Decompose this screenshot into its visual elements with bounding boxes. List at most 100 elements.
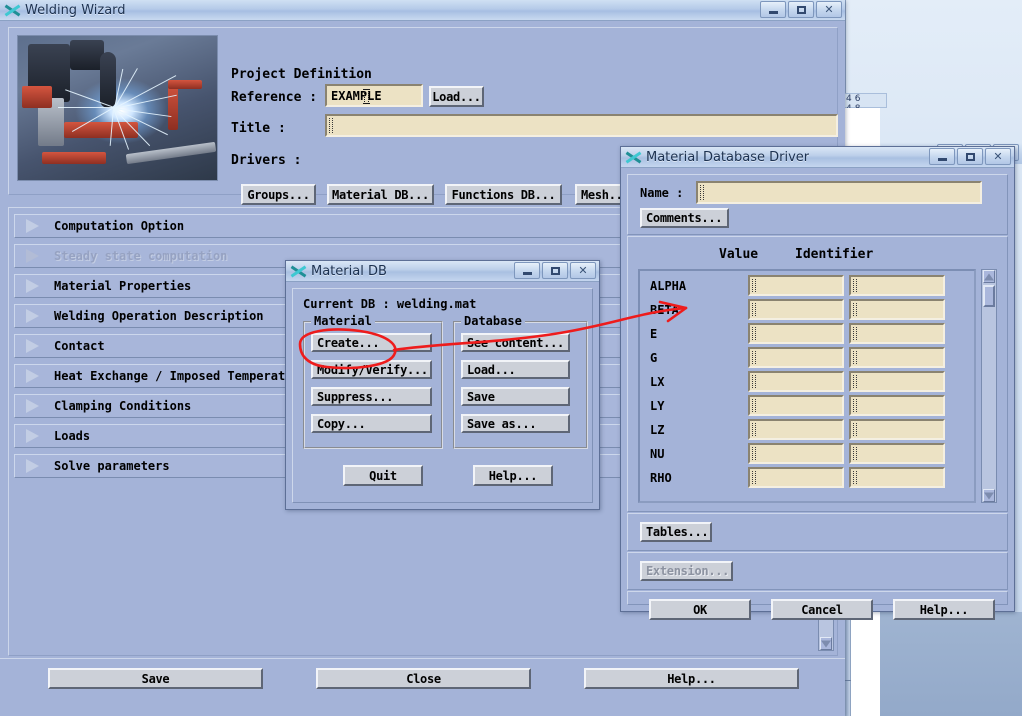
row-identifier-input[interactable] (849, 419, 945, 440)
table-row[interactable]: LZ (640, 418, 974, 442)
title-input[interactable] (325, 114, 838, 137)
properties-scrollbar-track[interactable] (982, 284, 996, 488)
value-caret (752, 399, 756, 412)
material-db-maximize-button[interactable] (542, 262, 568, 279)
comments-button[interactable]: Comments... (640, 208, 729, 228)
row-identifier-input[interactable] (849, 323, 945, 344)
row-value-input[interactable] (748, 419, 844, 440)
expand-arrow-icon[interactable] (24, 219, 44, 233)
functions-db-button[interactable]: Functions DB... (445, 184, 562, 205)
material-db-titlebar[interactable]: Material DB ✕ (286, 261, 599, 282)
expand-arrow-icon[interactable] (24, 369, 44, 383)
welding-photo (17, 35, 218, 181)
suppress-button[interactable]: Suppress... (311, 387, 432, 406)
value-caret (752, 351, 756, 364)
row-name: NU (650, 447, 665, 461)
material-database-driver-dialog[interactable]: Material Database Driver ✕ Name : Commen… (620, 146, 1015, 620)
background-lower-panel (880, 612, 1022, 716)
material-driver-titlebar[interactable]: Material Database Driver ✕ (621, 147, 1014, 168)
properties-scroll-up-arrow[interactable] (983, 270, 995, 283)
expand-arrow-icon[interactable] (24, 399, 44, 413)
drivers-label: Drivers : (231, 153, 302, 168)
table-row[interactable]: BETA (640, 298, 974, 322)
cancel-button[interactable]: Cancel (771, 599, 873, 620)
row-name: G (650, 351, 658, 365)
quit-button[interactable]: Quit (343, 465, 423, 486)
ok-button[interactable]: OK (649, 599, 751, 620)
identifier-caret (853, 375, 857, 388)
table-row[interactable]: LY (640, 394, 974, 418)
expand-arrow-icon[interactable] (24, 429, 44, 443)
create-button[interactable]: Create... (311, 333, 432, 352)
table-row[interactable]: LX (640, 370, 974, 394)
expand-arrow-icon[interactable] (24, 279, 44, 293)
wizard-minimize-button[interactable] (760, 1, 786, 18)
properties-scrollbar[interactable] (981, 269, 997, 503)
row-name: LZ (650, 423, 665, 437)
name-input[interactable] (696, 181, 982, 204)
material-db-dialog[interactable]: Material DB ✕ Current DB : welding.mat M… (285, 260, 600, 510)
extension-section: Extension... (627, 552, 1008, 590)
material-driver-maximize-button[interactable] (957, 148, 983, 165)
groups-button[interactable]: Groups... (241, 184, 316, 205)
row-identifier-input[interactable] (849, 275, 945, 296)
db-save-button[interactable]: Save (461, 387, 570, 406)
save-button[interactable]: Save (48, 668, 263, 689)
material-db-body: Current DB : welding.mat Material Create… (292, 288, 593, 503)
db-load-button[interactable]: Load... (461, 360, 570, 379)
material-driver-close-button[interactable]: ✕ (985, 148, 1011, 165)
material-db-help-button[interactable]: Help... (473, 465, 553, 486)
row-identifier-input[interactable] (849, 371, 945, 392)
wizard-close-button[interactable]: ✕ (816, 1, 842, 18)
row-value-input[interactable] (748, 467, 844, 488)
reference-input-value: EXAMPLE (331, 88, 382, 103)
row-identifier-input[interactable] (849, 467, 945, 488)
material-driver-minimize-button[interactable] (929, 148, 955, 165)
row-value-input[interactable] (748, 443, 844, 464)
wizard-footer: Save Close Help... (0, 658, 845, 716)
properties-scrollbar-thumb[interactable] (983, 285, 995, 307)
material-db-button[interactable]: Material DB... (327, 184, 434, 205)
material-group: Material Create... Modify/Verify... Supp… (303, 314, 443, 449)
wizard-titlebar[interactable]: Welding Wizard ✕ (0, 0, 845, 21)
row-identifier-input[interactable] (849, 395, 945, 416)
properties-scroll-down-arrow[interactable] (983, 489, 995, 502)
row-value-input[interactable] (748, 275, 844, 296)
tables-button[interactable]: Tables... (640, 522, 712, 542)
modify-verify-button[interactable]: Modify/Verify... (311, 360, 432, 379)
expand-arrow-icon[interactable] (24, 459, 44, 473)
expand-arrow-icon[interactable] (24, 339, 44, 353)
see-content-button[interactable]: See content... (461, 333, 570, 352)
wizard-maximize-button[interactable] (788, 1, 814, 18)
reference-input[interactable]: EXAMPLE (325, 84, 423, 107)
properties-list[interactable]: ALPHA BETA E G LX LY LZ NU RHO (638, 269, 976, 503)
table-row[interactable]: ALPHA (640, 274, 974, 298)
material-db-minimize-button[interactable] (514, 262, 540, 279)
row-value-input[interactable] (748, 395, 844, 416)
table-row[interactable]: E (640, 322, 974, 346)
table-row[interactable]: G (640, 346, 974, 370)
text-cursor (363, 89, 370, 104)
db-save-as-button[interactable]: Save as... (461, 414, 570, 433)
help-button[interactable]: Help... (584, 668, 799, 689)
row-value-input[interactable] (748, 323, 844, 344)
close-button[interactable]: Close (316, 668, 531, 689)
row-name: LY (650, 399, 665, 413)
row-identifier-input[interactable] (849, 347, 945, 368)
material-db-close-button[interactable]: ✕ (570, 262, 596, 279)
table-row[interactable]: NU (640, 442, 974, 466)
driver-footer: OK Cancel Help... (627, 591, 1008, 620)
identifier-caret (853, 471, 857, 484)
load-button[interactable]: Load... (429, 86, 484, 107)
row-name: BETA (650, 303, 679, 317)
copy-button[interactable]: Copy... (311, 414, 432, 433)
row-value-input[interactable] (748, 299, 844, 320)
row-identifier-input[interactable] (849, 299, 945, 320)
row-value-input[interactable] (748, 347, 844, 368)
sections-scroll-down-arrow[interactable] (820, 637, 832, 650)
row-value-input[interactable] (748, 371, 844, 392)
driver-help-button[interactable]: Help... (893, 599, 995, 620)
table-row[interactable]: RHO (640, 466, 974, 490)
expand-arrow-icon[interactable] (24, 309, 44, 323)
row-identifier-input[interactable] (849, 443, 945, 464)
